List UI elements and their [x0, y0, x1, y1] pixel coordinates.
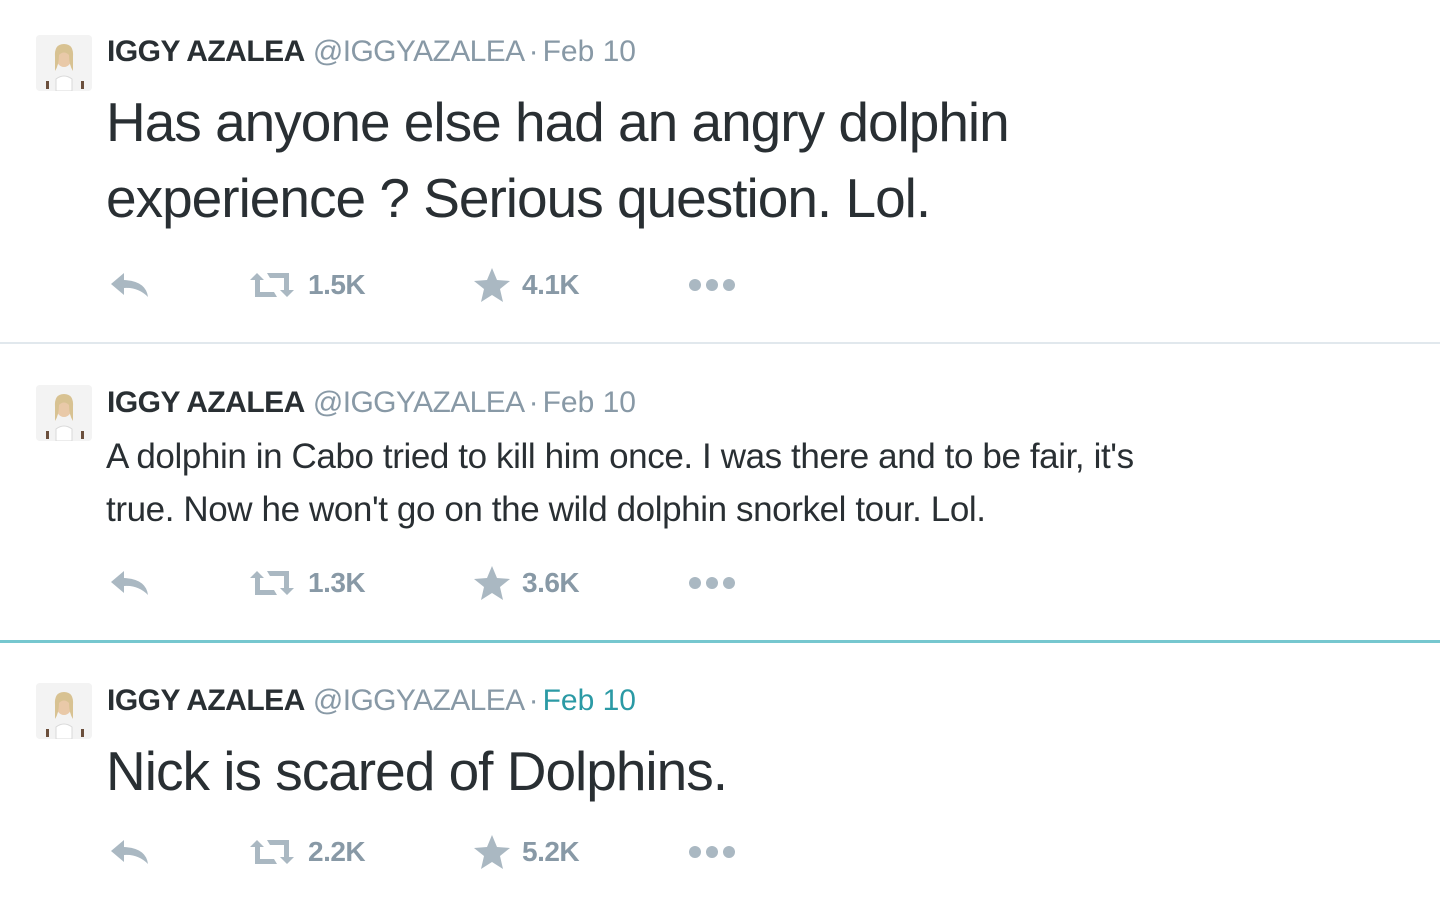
username[interactable]: @IGGYAZALEA: [313, 386, 525, 419]
favorite-button[interactable]: 4.1K: [472, 265, 580, 305]
more-icon: [686, 842, 738, 862]
retweet-count: 1.3K: [308, 567, 366, 598]
reply-button[interactable]: [108, 832, 152, 872]
tweet-text: A dolphin in Cabo tried to kill him once…: [106, 430, 1134, 536]
favorite-button[interactable]: 3.6K: [472, 563, 580, 603]
tweet-text: Has anyone else had an angry dolphin exp…: [106, 84, 1010, 236]
reply-icon: [108, 837, 152, 867]
tweet-header: IGGY AZALEA @IGGYAZALEA · Feb 10: [107, 683, 636, 719]
tweet-stream: IGGY AZALEA @IGGYAZALEA · Feb 10 Has anyone…: [0, 0, 1440, 909]
username[interactable]: @IGGYAZALEA: [313, 684, 525, 717]
timestamp[interactable]: Feb 10: [543, 35, 636, 68]
star-icon: [472, 563, 512, 603]
tweet-text-line: experience ? Serious question. Lol.: [106, 167, 931, 229]
timestamp[interactable]: Feb 10: [543, 386, 636, 419]
more-button[interactable]: [686, 265, 738, 305]
retweet-count: 1.5K: [308, 269, 366, 300]
favorite-button[interactable]: 5.2K: [472, 832, 580, 872]
reply-icon: [108, 270, 152, 300]
star-icon: [472, 832, 512, 872]
avatar[interactable]: [36, 35, 92, 91]
more-button[interactable]: [686, 563, 738, 603]
tweet-text-line: true. Now he won't go on the wild dolphi…: [106, 490, 986, 529]
tweet-2[interactable]: IGGY AZALEA @IGGYAZALEA · Feb 10 A dolphin …: [0, 345, 1440, 641]
retweet-icon: [246, 837, 298, 867]
favorite-count: 3.6K: [522, 567, 580, 598]
more-icon: [686, 573, 738, 593]
tweet-actions: 1.5K 4.1K: [108, 265, 808, 305]
tweet-header: IGGY AZALEA @IGGYAZALEA · Feb 10: [107, 34, 636, 70]
retweet-button[interactable]: 2.2K: [246, 832, 366, 872]
tweet-text: Nick is scared of Dolphins.: [106, 733, 728, 809]
reply-button[interactable]: [108, 563, 152, 603]
header-separator: ·: [528, 35, 539, 68]
tweet-header: IGGY AZALEA @IGGYAZALEA · Feb 10: [107, 385, 636, 421]
tweet-actions: 1.3K 3.6K: [108, 563, 808, 603]
tweet-1[interactable]: IGGY AZALEA @IGGYAZALEA · Feb 10 Has anyone…: [0, 0, 1440, 343]
star-icon: [472, 265, 512, 305]
avatar-image: [36, 35, 92, 91]
tweet-divider: [0, 342, 1440, 344]
favorite-count: 4.1K: [522, 269, 580, 300]
retweet-button[interactable]: 1.5K: [246, 265, 366, 305]
avatar-image: [36, 385, 92, 441]
retweet-button[interactable]: 1.3K: [246, 563, 366, 603]
avatar[interactable]: [36, 683, 92, 739]
reply-button[interactable]: [108, 265, 152, 305]
tweet-text-line: Nick is scared of Dolphins.: [106, 740, 728, 802]
tweet-text-line: Has anyone else had an angry dolphin: [106, 91, 1010, 153]
retweet-icon: [246, 270, 298, 300]
header-separator: ·: [528, 386, 539, 419]
fullname[interactable]: IGGY AZALEA: [107, 386, 305, 419]
more-button[interactable]: [686, 832, 738, 872]
more-icon: [686, 275, 738, 295]
username[interactable]: @IGGYAZALEA: [313, 35, 525, 68]
tweet-3[interactable]: IGGY AZALEA @IGGYAZALEA · Feb 10 Nick is sc…: [0, 644, 1440, 909]
reply-icon: [108, 568, 152, 598]
retweet-count: 2.2K: [308, 836, 366, 867]
avatar-image: [36, 683, 92, 739]
timestamp[interactable]: Feb 10: [543, 684, 636, 717]
retweet-icon: [246, 568, 298, 598]
header-separator: ·: [528, 684, 539, 717]
tweet-actions: 2.2K 5.2K: [108, 832, 808, 872]
avatar[interactable]: [36, 385, 92, 441]
favorite-count: 5.2K: [522, 836, 580, 867]
tweet-divider-active: [0, 640, 1440, 643]
fullname[interactable]: IGGY AZALEA: [107, 35, 305, 68]
fullname[interactable]: IGGY AZALEA: [107, 684, 305, 717]
tweet-text-line: A dolphin in Cabo tried to kill him once…: [106, 437, 1134, 476]
